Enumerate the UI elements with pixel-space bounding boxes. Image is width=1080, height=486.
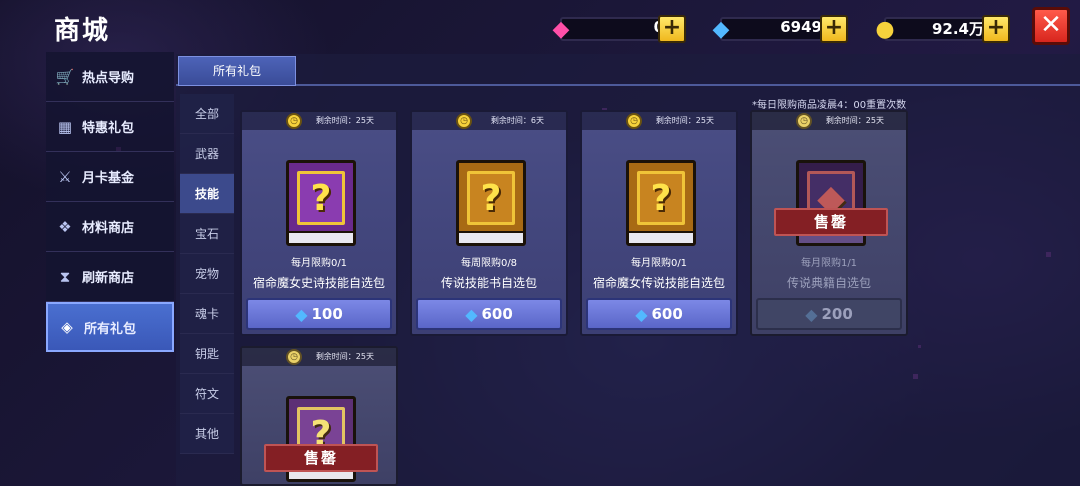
clock-icon: ◷ [286,349,302,365]
card-timer: 剩余时间：25天 [752,112,906,130]
clock-icon: ◷ [626,113,642,129]
clock-icon: ◷ [286,113,302,129]
price: 600 [651,305,683,323]
buy-button: ◆ 200 [756,298,902,330]
tab-bar: 所有礼包 [176,54,1080,86]
sidebar-item-monthly-fund[interactable]: ⚔ 月卡基金 [46,152,174,202]
category-rune[interactable]: 符文 [180,374,234,414]
blue-gem-counter: ◆ 6949 + [706,14,850,44]
add-blue-gem-button[interactable]: + [820,15,848,43]
category-gem[interactable]: 宝石 [180,214,234,254]
card-timer: 剩余时间：25天 [582,112,736,130]
purchase-limit: 每月限购0/1 [290,258,348,269]
blue-gem-value: 6949 [780,18,822,36]
category-weapon[interactable]: 武器 [180,134,234,174]
category-key[interactable]: 钥匙 [180,334,234,374]
buy-button[interactable]: ◆ 600 [416,298,562,330]
sidebar-item-refresh-shop[interactable]: ⧗ 刷新商店 [46,252,174,302]
pack-name: 传说典籍自选包 [786,276,871,290]
page-title: 商城 [54,16,111,46]
blue-gem-icon: ◆ [465,304,478,324]
pack-card[interactable]: 剩余时间：25天 ◷ ? 每月限购0/1 宿命魔女传说技能自选包 ◆ 600 [580,110,738,336]
category-nav: 全部 武器 技能 宝石 宠物 魂卡 钥匙 符文 其他 [180,94,234,454]
pack-card[interactable]: 剩余时间：25天 ◷ ◆ 售罄 每月限购1/1 传说典籍自选包 ◆ 200 [750,110,908,336]
fund-icon: ⚔ [58,167,72,186]
diamond-outline-icon: ◈ [61,318,73,336]
skill-book-icon: ? [286,160,356,246]
sold-out-stamp: 售罄 [774,208,888,236]
skill-book-icon: ? [456,160,526,246]
pack-name: 宿命魔女史诗技能自选包 [252,276,385,290]
purchase-limit: 每周限购0/8 [460,258,518,269]
sold-out-stamp: 售罄 [264,444,378,472]
pack-name: 传说技能书自选包 [440,276,537,290]
category-all[interactable]: 全部 [180,94,234,134]
clock-icon: ◷ [796,113,812,129]
hourglass-icon: ⧗ [59,267,71,286]
sidebar-item-hot[interactable]: 🛒 热点导购 [46,52,174,102]
reset-note: *每日限购商品凌晨4：00重置次数 [752,100,907,111]
close-button[interactable]: ✕ [1032,7,1070,45]
sidebar-item-label: 所有礼包 [84,321,137,337]
sidebar-item-label: 热点导购 [82,71,135,86]
pink-gem-value: 0 [586,18,664,36]
sidebar-item-label: 刷新商店 [82,271,135,286]
sidebar-item-all-packs[interactable]: ◈ 所有礼包 [46,302,174,352]
sidebar-item-material-shop[interactable]: ❖ 材料商店 [46,202,174,252]
price: 100 [311,305,343,323]
shop-panel: 所有礼包 全部 武器 技能 宝石 宠物 魂卡 钥匙 符文 其他 *每日限购商品凌… [176,54,1080,486]
card-timer: 剩余时间：25天 [242,348,396,366]
buy-button[interactable]: ◆ 100 [246,298,392,330]
gold-coin-value: 92.4万 [931,20,984,38]
clock-icon: ◷ [456,113,472,129]
blue-gem-icon: ◆ [295,304,308,324]
sidebar-item-special-gift[interactable]: ▦ 特惠礼包 [46,102,174,152]
blue-gem-icon: ◆ [712,16,730,42]
category-other[interactable]: 其他 [180,414,234,454]
category-pet[interactable]: 宠物 [180,254,234,294]
cart-icon: 🛒 [55,67,75,86]
sidebar: 🛒 热点导购 ▦ 特惠礼包 ⚔ 月卡基金 ❖ 材料商店 ⧗ 刷新商店 ◈ 所有礼… [46,52,174,352]
sidebar-item-label: 特惠礼包 [82,121,135,136]
pink-gem-counter: ◆ 0 + [546,14,690,44]
sidebar-item-label: 材料商店 [82,221,135,236]
gift-icon: ▦ [57,117,73,136]
price: 200 [821,305,853,323]
category-soul-card[interactable]: 魂卡 [180,294,234,334]
gem-cluster-icon: ❖ [58,217,72,236]
add-gold-coin-button[interactable]: + [982,15,1010,43]
card-timer: 剩余时间：6天 [412,112,566,130]
gold-coin-counter: ● 92.4万 + [870,14,1014,44]
sidebar-item-label: 月卡基金 [82,171,135,186]
blue-gem-icon: ◆ [635,304,648,324]
pack-card[interactable]: 剩余时间：25天 ◷ ? 每月限购0/1 宿命魔女史诗技能自选包 ◆ 100 [240,110,398,336]
blue-gem-icon: ◆ [805,304,818,324]
pink-gem-icon: ◆ [552,16,570,42]
add-pink-gem-button[interactable]: + [658,15,686,43]
pack-card[interactable]: 剩余时间：25天 ◷ ? 售罄 [240,346,398,486]
skill-book-icon: ? [626,160,696,246]
pack-card[interactable]: 剩余时间：6天 ◷ ? 每周限购0/8 传说技能书自选包 ◆ 600 [410,110,568,336]
category-skill[interactable]: 技能 [180,174,234,214]
purchase-limit: 每月限购1/1 [800,258,858,269]
gold-coin-icon: ● [875,16,895,42]
tab-all-packs[interactable]: 所有礼包 [178,56,296,86]
price: 600 [481,305,513,323]
card-timer: 剩余时间：25天 [242,112,396,130]
purchase-limit: 每月限购0/1 [630,258,688,269]
pack-name: 宿命魔女传说技能自选包 [592,276,725,290]
buy-button[interactable]: ◆ 600 [586,298,732,330]
